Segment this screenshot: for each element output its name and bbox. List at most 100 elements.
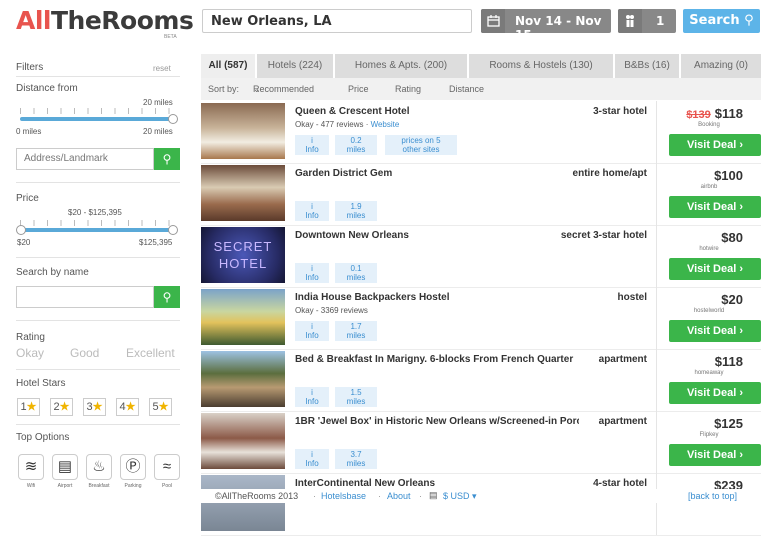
result-thumbnail[interactable] xyxy=(201,475,285,531)
result-row[interactable]: InterContinental New Orleans 4-star hotel… xyxy=(201,473,761,536)
search-button[interactable]: Search ⚲ xyxy=(683,9,760,33)
sort-price[interactable]: Price xyxy=(348,78,369,100)
result-title[interactable]: Downtown New Orleans xyxy=(295,230,579,241)
star-filter-3[interactable]: 3★ xyxy=(83,398,106,416)
result-title[interactable]: InterContinental New Orleans xyxy=(295,478,579,489)
result-thumbnail[interactable] xyxy=(201,351,285,407)
distance-pill[interactable]: 0.2 miles xyxy=(335,135,377,155)
back-to-top-link[interactable]: [back to top] xyxy=(688,491,737,501)
address-input[interactable]: Address/Landmark xyxy=(16,148,154,170)
currency-selector[interactable]: $ USD ▾ xyxy=(443,491,477,502)
name-search-input[interactable] xyxy=(16,286,154,308)
chevron-down-icon: ⌄ xyxy=(253,84,261,94)
visit-deal-button[interactable]: Visit Deal › xyxy=(669,196,761,218)
info-pill[interactable]: i Info xyxy=(295,263,329,283)
result-row[interactable]: SECRET HOTEL Downtown New Orleans secret 3… xyxy=(201,225,761,288)
wifi-option[interactable]: ≋ xyxy=(18,454,44,480)
result-thumbnail[interactable] xyxy=(201,103,285,159)
result-row[interactable]: Garden District Gem entire home/apt i Info 1… xyxy=(201,163,761,226)
price-handle-min[interactable] xyxy=(16,225,26,235)
visit-deal-button[interactable]: Visit Deal › xyxy=(669,444,761,466)
filters-heading: Filters xyxy=(16,62,44,73)
tab-all[interactable]: All (587) xyxy=(201,54,255,78)
info-pill[interactable]: i Info xyxy=(295,201,329,221)
result-thumbnail[interactable] xyxy=(201,413,285,469)
website-link[interactable]: Website xyxy=(371,120,400,129)
result-row[interactable]: 1BR 'Jewel Box' in Historic New Orleans … xyxy=(201,411,761,474)
result-row[interactable]: Queen & Crescent Hotel Okay - 477 reviews… xyxy=(201,101,761,164)
address-search-button[interactable]: ⚲ xyxy=(154,148,180,170)
rating-good[interactable]: Good xyxy=(70,346,99,360)
rating-okay[interactable]: Okay xyxy=(16,346,44,360)
result-title[interactable]: Garden District Gem xyxy=(295,168,579,179)
pill-top: 3.7 xyxy=(350,450,362,459)
visit-deal-button[interactable]: Visit Deal › xyxy=(669,320,761,342)
info-pill[interactable]: i Info xyxy=(295,135,329,155)
distance-pill[interactable]: 3.7 miles xyxy=(335,449,377,469)
airport-option[interactable]: ▤ xyxy=(52,454,78,480)
result-title[interactable]: Bed & Breakfast In Marigny. 6-blocks Fro… xyxy=(295,354,579,365)
reset-link[interactable]: reset xyxy=(153,64,171,73)
result-thumbnail[interactable]: SECRET HOTEL xyxy=(201,227,285,283)
about-link[interactable]: About xyxy=(387,491,411,501)
name-search-button[interactable]: ⚲ xyxy=(154,286,180,308)
tab-rooms-hostels[interactable]: Rooms & Hostels (130) xyxy=(469,54,613,78)
info-pill[interactable]: i Info xyxy=(295,321,329,341)
distance-slider[interactable] xyxy=(20,117,176,121)
pool-option[interactable]: ≈ xyxy=(154,454,180,480)
star-filter-1[interactable]: 1★ xyxy=(17,398,40,416)
site-logo[interactable]: AllTheRooms xyxy=(16,6,194,35)
star-filter-4[interactable]: 4★ xyxy=(116,398,139,416)
pill-top: i xyxy=(311,202,313,211)
distance-pill[interactable]: 1.5 miles xyxy=(335,387,377,407)
sort-rating[interactable]: Rating xyxy=(395,78,421,100)
result-thumbnail[interactable] xyxy=(201,165,285,221)
price-handle-max[interactable] xyxy=(168,225,178,235)
other-sites-pill[interactable]: prices on 5 other sites xyxy=(385,135,457,155)
divider xyxy=(656,101,657,163)
tab-hotels[interactable]: Hotels (224) xyxy=(257,54,333,78)
rating-excellent[interactable]: Excellent xyxy=(126,346,175,360)
result-row[interactable]: India House Backpackers Hostel Okay - 336… xyxy=(201,287,761,350)
divider xyxy=(656,473,657,535)
pill-top: 1.7 xyxy=(350,322,362,331)
price-slider[interactable] xyxy=(20,228,176,232)
price-ticks xyxy=(20,220,176,226)
logo-part2: TheRooms xyxy=(51,6,194,35)
tab-homes[interactable]: Homes & Apts. (200) xyxy=(335,54,467,78)
result-thumbnail[interactable] xyxy=(201,289,285,345)
tab-amazing[interactable]: Amazing (0) xyxy=(681,54,761,78)
visit-deal-button[interactable]: Visit Deal › xyxy=(669,134,761,156)
result-price: $20 xyxy=(721,292,743,307)
hotelsbase-link[interactable]: Hotelsbase xyxy=(321,491,366,501)
distance-pill[interactable]: 0.1 miles xyxy=(335,263,377,283)
info-pill[interactable]: i Info xyxy=(295,449,329,469)
distance-pill[interactable]: 1.7 miles xyxy=(335,321,377,341)
star-filter-2[interactable]: 2★ xyxy=(50,398,73,416)
visit-deal-button[interactable]: Visit Deal › xyxy=(669,382,761,404)
guest-selector[interactable]: 1 xyxy=(618,9,676,33)
current-price: $118 xyxy=(714,106,743,121)
currency-label: $ USD xyxy=(443,491,470,501)
distance-max-top: 20 miles xyxy=(143,98,173,107)
breakfast-option[interactable]: ♨ xyxy=(86,454,112,480)
vendor-name: Flipkey xyxy=(699,432,719,438)
star-filter-5[interactable]: 5★ xyxy=(149,398,172,416)
info-pill[interactable]: i Info xyxy=(295,387,329,407)
result-title[interactable]: 1BR 'Jewel Box' in Historic New Orleans … xyxy=(295,416,579,427)
pill-top: 0.2 xyxy=(350,136,362,145)
star-icon: ★ xyxy=(125,401,136,413)
location-input[interactable]: New Orleans, LA xyxy=(202,9,472,33)
date-picker[interactable]: Nov 14 - Nov 15 xyxy=(481,9,611,42)
divider xyxy=(656,225,657,287)
result-type: 4-star hotel xyxy=(593,478,647,489)
distance-handle[interactable] xyxy=(168,114,178,124)
visit-deal-button[interactable]: Visit Deal › xyxy=(669,258,761,280)
sort-distance[interactable]: Distance xyxy=(449,78,484,100)
result-title[interactable]: Queen & Crescent Hotel xyxy=(295,106,579,117)
result-row[interactable]: Bed & Breakfast In Marigny. 6-blocks Fro… xyxy=(201,349,761,412)
tab-bnbs[interactable]: B&Bs (16) xyxy=(615,54,679,78)
distance-pill[interactable]: 1.9 miles xyxy=(335,201,377,221)
result-title[interactable]: India House Backpackers Hostel xyxy=(295,292,579,303)
parking-option[interactable]: Ⓟ xyxy=(120,454,146,480)
